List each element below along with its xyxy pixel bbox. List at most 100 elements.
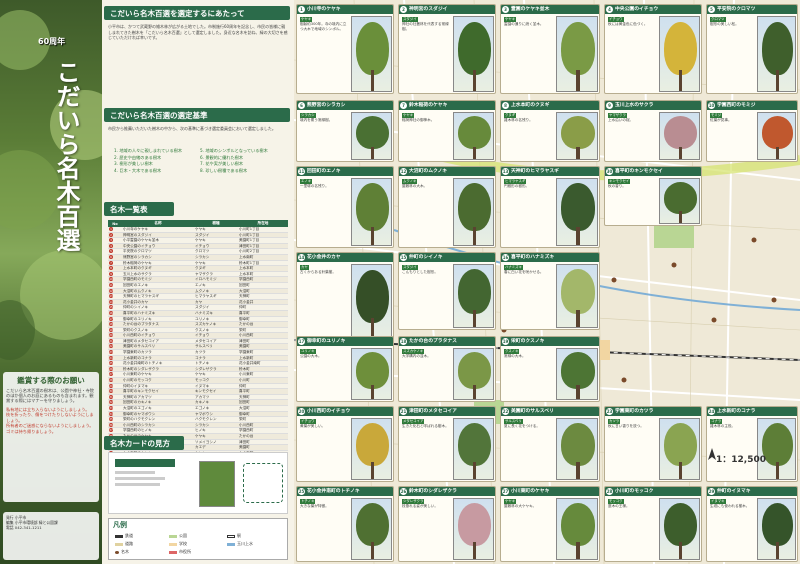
tree-trunk <box>678 542 683 559</box>
tree-card[interactable]: 24 上水新町のコナラ コナラ 雑木林の主役。 <box>706 406 798 482</box>
request-title: 鑑賞する際のお願い <box>17 376 85 385</box>
tree-card[interactable]: 3 霊園のケヤキ並木 ケヤキ 霊園の通りに続く並木。 <box>500 4 600 94</box>
tree-trunk <box>370 70 375 91</box>
tree-card[interactable]: 1 小川寺のケヤキケヤキ 樹齢約300年。寺の境内に立つ大木で地域のシンボル。 <box>296 4 394 94</box>
card-number: 5 <box>708 6 715 13</box>
card-title: 2 神明宮のスダジイ <box>399 5 495 14</box>
tree-card[interactable]: 15 仲町のシイノキ スダジイ こんもりとした樹形。 <box>398 252 496 330</box>
tree-canopy <box>356 269 389 323</box>
tree-card[interactable]: 7 鈴木稲荷のケヤキ ケヤキ 稲荷神社の御神木。 <box>398 100 496 162</box>
card-body-text: 常緑の大木。 <box>504 354 526 358</box>
card-title: 22 美園町のサルスベリ <box>501 407 599 416</box>
card-name: 小川寺のケヤキ <box>307 7 341 12</box>
tree-canopy <box>561 502 595 547</box>
tree-photo <box>659 418 700 480</box>
card-description: トチノキ 大きな葉が特徴。 <box>300 499 348 509</box>
tree-card[interactable]: 21 津田町のメタセコイア メタセコイア 生きた化石と呼ばれる樹木。 <box>398 406 496 482</box>
map-scale: 1：12,500 <box>716 455 766 465</box>
tree-card[interactable]: 20 小川西町のイチョウ イチョウ 黄葉が美しい。 <box>296 406 394 482</box>
card-number: 1 <box>298 6 305 13</box>
tree-card[interactable]: 16 喜平町のハナミズキ ハナミズキ 春に白い花を咲かせる。 <box>500 252 600 330</box>
card-number: 25 <box>298 488 305 495</box>
tree-card[interactable]: 12 大沼町のムクノキ ムクノキ 屋敷林の大木。 <box>398 166 496 248</box>
tree-card[interactable]: 14 花小金井のカヤ カヤ 古くからある針葉樹。 <box>296 252 394 342</box>
card-description: クロマツ 樹形の美しい松。 <box>710 17 754 27</box>
road-symbol <box>115 542 123 546</box>
card-description: ケヤキ 屋敷林の大ケヤキ。 <box>504 499 553 509</box>
card-number: 23 <box>606 408 613 415</box>
section-heading: こだいら名木百選を選定するにあたって <box>104 6 290 20</box>
card-number: 22 <box>502 408 509 415</box>
tree-canopy <box>458 183 491 231</box>
tree-canopy <box>761 115 794 150</box>
card-number: 4 <box>606 6 613 13</box>
request-intro: こだいら名木百選の樹木は、公園や神社・寺院のほか個人のお庭にあるものも含まれます… <box>6 388 94 404</box>
tree-photo <box>757 498 796 560</box>
card-body-text: 夏に長く花をつける。 <box>504 424 540 428</box>
card-description: カヤ 古くからある針葉樹。 <box>300 265 348 275</box>
card-body-text: 屋敷林の大木。 <box>402 184 428 188</box>
section-heading: 名木カードの見方 <box>104 436 184 450</box>
card-title: 3 霊園のケヤキ並木 <box>501 5 599 14</box>
card-body-text: 生垣にも使われる樹木。 <box>710 504 750 508</box>
tree-card[interactable]: 11 回田町のエノキ エノキ 一里塚の名残り。 <box>296 166 394 248</box>
card-description: シラカシ 境内を覆う常緑樹。 <box>300 113 348 123</box>
section-text: 市民から推薦いただいた樹木の中から、次の基準に基づき選定委員会において選定しまし… <box>108 126 276 131</box>
card-description: クスノキ 常緑の大木。 <box>504 349 553 359</box>
card-description: モッコク 庭木の王様。 <box>608 499 656 509</box>
card-name: 仲町のシイノキ <box>409 255 443 260</box>
tree-card[interactable]: 23 学園東町のカツラカツラ 秋に甘い香りを放つ。 <box>604 406 702 482</box>
tree-canopy <box>356 422 389 467</box>
tree-card[interactable]: 4 中央公園のイチョウ イチョウ 秋には黄金色に色づく。 <box>604 4 702 94</box>
tree-card[interactable]: 5 平安院のクロマツ クロマツ 樹形の美しい松。 <box>706 4 798 94</box>
tree-card[interactable]: 26 鈴木町のシダレザクラ シダレザクラ 枝垂れる姿が美しい。 <box>398 486 496 562</box>
map-area[interactable]: 1 小川寺のケヤキ ケヤキ 樹齢約300年。寺の境内に立つ大木で地域のシンボル。 2 神明… <box>294 0 800 564</box>
criteria-item: 4. 巨木・大木である樹木 <box>114 167 162 173</box>
card-name: 学園東町のカツラ <box>615 409 654 414</box>
card-name: 津田町のメタセコイア <box>409 409 457 414</box>
tree-trunk <box>576 309 580 327</box>
card-title: 27 小川東町のケヤキ <box>501 487 599 496</box>
tree-card[interactable]: 18 たかの台のプラタナス スズカケノキ 大学構内の並木。 <box>398 336 496 402</box>
tree-card[interactable]: 19 栄町のクスノキ クスノキ 常緑の大木。 <box>500 336 600 402</box>
section-heading: 名木一覧表 <box>104 202 174 216</box>
card-number: 3 <box>502 6 509 13</box>
tree-trunk <box>472 146 477 159</box>
tree-card[interactable]: 6 熊野宮のシラカシ シラカシ 境内を覆う常緑樹。 <box>296 100 394 162</box>
tree-card[interactable]: 10 学園西町のモミジ モミジ 紅葉が見事。 <box>706 100 798 162</box>
card-description: ユリノキ 公園の大木。 <box>300 349 348 359</box>
request-item: ゴミは持ち帰りましょう。 <box>6 428 56 434</box>
tree-canopy <box>458 502 491 547</box>
card-body-text: 大学構内の並木。 <box>402 354 431 358</box>
tree-card[interactable]: 29 仲町のイヌマキ イヌマキ 生垣にも使われる樹木。 <box>706 486 798 562</box>
tree-card[interactable]: 8 上水本町のクヌギ クヌギ 雑木林の名残り。 <box>500 100 600 162</box>
tree-photo <box>556 16 598 92</box>
tree-trunk <box>576 70 580 91</box>
card-body-text: 枝垂れる姿が美しい。 <box>402 504 438 508</box>
tree-card[interactable]: 27 小川東町のケヤキ ケヤキ 屋敷林の大ケヤキ。 <box>500 486 600 562</box>
guide-text-line <box>115 477 165 480</box>
tree-card[interactable]: 22 美園町のサルスベリ サルスベリ 夏に長く花をつける。 <box>500 406 600 482</box>
tree-card[interactable]: 30 喜平町のキンモクセイ キンモクセイ 秋の香り。 <box>604 166 702 226</box>
card-number: 27 <box>502 488 509 495</box>
tree-card[interactable]: 13 天神町のヒマラヤスギ ヒマラヤスギ 円錐形の樹形。 <box>500 166 600 248</box>
card-body-text: 秋の香り。 <box>608 184 626 188</box>
city-hall-symbol <box>169 550 177 554</box>
card-body-text: 上水沿いの桜。 <box>608 118 634 122</box>
tree-card[interactable]: 2 神明宮のスダジイ スダジイ 神社の社叢林を代表する常緑樹。 <box>398 4 496 94</box>
card-body-text: 一里塚の名残り。 <box>300 184 329 188</box>
card-body-text: 古くからある針葉樹。 <box>300 270 336 274</box>
tree-card[interactable]: 9 玉川上水のサクラ ヤマザクラ 上水沿いの桜。 <box>604 100 702 162</box>
card-title: 25 花小金井南町のトチノキ <box>297 487 393 496</box>
card-description: スズカケノキ 大学構内の並木。 <box>402 349 450 359</box>
section-heading: こだいら名木百選の選定基準 <box>104 108 290 122</box>
tree-card[interactable]: 28 小川町のモッコク モッコク 庭木の王様。 <box>604 486 702 562</box>
tree-trunk <box>472 462 477 479</box>
card-description: ケヤキ 樹齢約300年。寺の境内に立つ大木で地域のシンボル。 <box>300 17 348 32</box>
card-description: コナラ 雑木林の主役。 <box>710 419 754 429</box>
north-arrow-icon <box>708 448 716 460</box>
tree-card[interactable]: 25 花小金井南町のトチノキ トチノキ 大きな葉が特徴。 <box>296 486 394 562</box>
tree-photo <box>351 498 392 560</box>
card-description: カツラ 秋に甘い香りを放つ。 <box>608 419 656 429</box>
tree-card[interactable]: 17 御幸町のユリノキ ユリノキ 公園の大木。 <box>296 336 394 402</box>
